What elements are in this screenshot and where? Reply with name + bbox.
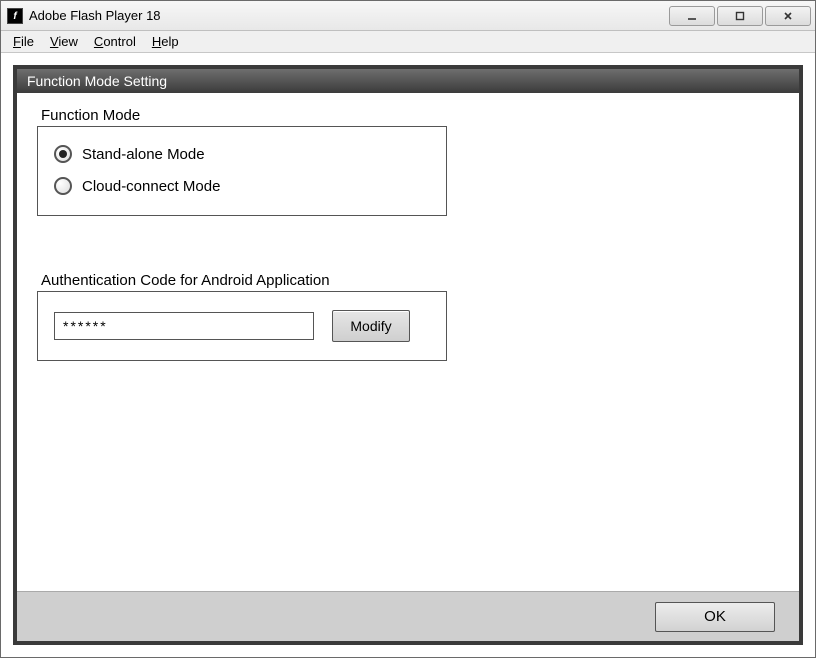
window-title: Adobe Flash Player 18 — [29, 8, 669, 23]
panel-title: Function Mode Setting — [17, 69, 799, 93]
maximize-icon — [734, 10, 746, 22]
function-mode-label: Function Mode — [41, 107, 779, 124]
window-controls — [669, 6, 811, 26]
radio-icon — [54, 145, 72, 163]
panel-body: Function Mode Stand-alone Mode Cloud-con… — [17, 93, 799, 591]
radio-label: Cloud-connect Mode — [82, 178, 220, 195]
titlebar: f Adobe Flash Player 18 — [1, 1, 815, 31]
radio-standalone[interactable]: Stand-alone Mode — [54, 145, 430, 163]
content-area: Function Mode Setting Function Mode Stan… — [1, 53, 815, 657]
minimize-button[interactable] — [669, 6, 715, 26]
settings-panel: Function Mode Setting Function Mode Stan… — [13, 65, 803, 645]
minimize-icon — [686, 10, 698, 22]
menu-help[interactable]: Help — [144, 31, 187, 52]
menu-mn: H — [152, 34, 161, 49]
menu-view[interactable]: View — [42, 31, 86, 52]
radio-cloudconnect[interactable]: Cloud-connect Mode — [54, 177, 430, 195]
menu-rest: ile — [21, 34, 34, 49]
menubar: File View Control Help — [1, 31, 815, 53]
menu-rest: iew — [58, 34, 78, 49]
auth-code-input[interactable] — [54, 312, 314, 340]
modify-button[interactable]: Modify — [332, 310, 410, 342]
maximize-button[interactable] — [717, 6, 763, 26]
close-icon — [782, 10, 794, 22]
menu-mn: C — [94, 34, 103, 49]
spacer — [37, 216, 779, 272]
menu-mn: F — [13, 34, 21, 49]
auth-label: Authentication Code for Android Applicat… — [41, 272, 779, 289]
function-mode-group: Stand-alone Mode Cloud-connect Mode — [37, 126, 447, 216]
radio-icon — [54, 177, 72, 195]
menu-rest: elp — [161, 34, 178, 49]
close-button[interactable] — [765, 6, 811, 26]
flash-app-icon: f — [7, 8, 23, 24]
ok-button[interactable]: OK — [655, 602, 775, 632]
menu-control[interactable]: Control — [86, 31, 144, 52]
auth-group: Modify — [37, 291, 447, 361]
footer-bar: OK — [17, 591, 799, 641]
menu-rest: ontrol — [103, 34, 136, 49]
radio-label: Stand-alone Mode — [82, 146, 205, 163]
app-window: f Adobe Flash Player 18 File View Contro… — [0, 0, 816, 658]
menu-file[interactable]: File — [5, 31, 42, 52]
